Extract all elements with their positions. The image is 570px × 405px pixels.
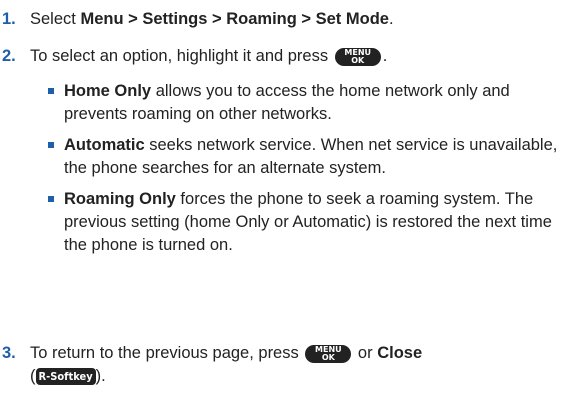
option-list: Home Only allows you to access the home …	[48, 80, 558, 265]
option-name: Roaming Only	[64, 190, 176, 208]
step-prefix: Select	[30, 10, 81, 28]
step-text: To select an option, highlight it and pr…	[30, 45, 560, 68]
step-number: 2.	[2, 47, 16, 65]
menu-path: Menu > Settings > Roaming > Set Mode	[80, 10, 389, 28]
menu-ok-key-icon: MENU OK	[305, 344, 352, 363]
step-end: .	[382, 47, 388, 65]
close-label: Close	[377, 344, 423, 362]
bullet-icon	[48, 88, 54, 94]
step-number: 1.	[2, 10, 16, 28]
step-text: To return to the previous page, press ME…	[30, 342, 560, 388]
option-name: Home Only	[64, 82, 152, 100]
step-3: 3. To return to the previous page, press…	[0, 342, 560, 388]
list-item: Roaming Only forces the phone to seek a …	[48, 188, 558, 257]
step-text: Select Menu > Settings > Roaming > Set M…	[30, 8, 560, 31]
option-name: Automatic	[64, 136, 145, 154]
list-item: Automatic seeks network service. When ne…	[48, 134, 558, 180]
step-suffix: .	[388, 10, 394, 28]
bullet-icon	[48, 196, 54, 202]
step-2: 2. To select an option, highlight it and…	[0, 45, 560, 68]
step-or: or	[353, 344, 378, 362]
step-number: 3.	[2, 344, 16, 362]
step-instruction: To return to the previous page, press	[30, 344, 299, 362]
menu-ok-key-icon: MENU OK	[334, 47, 381, 66]
paren-close: ).	[95, 367, 106, 385]
step-1: 1. Select Menu > Settings > Roaming > Se…	[0, 8, 560, 31]
bullet-icon	[48, 142, 54, 148]
step-instruction: To select an option, highlight it and pr…	[30, 47, 329, 65]
manual-page: 1. Select Menu > Settings > Roaming > Se…	[0, 0, 570, 405]
paren-open: (	[30, 367, 36, 385]
list-item: Home Only allows you to access the home …	[48, 80, 558, 126]
right-softkey-icon: R-Softkey	[35, 368, 96, 386]
